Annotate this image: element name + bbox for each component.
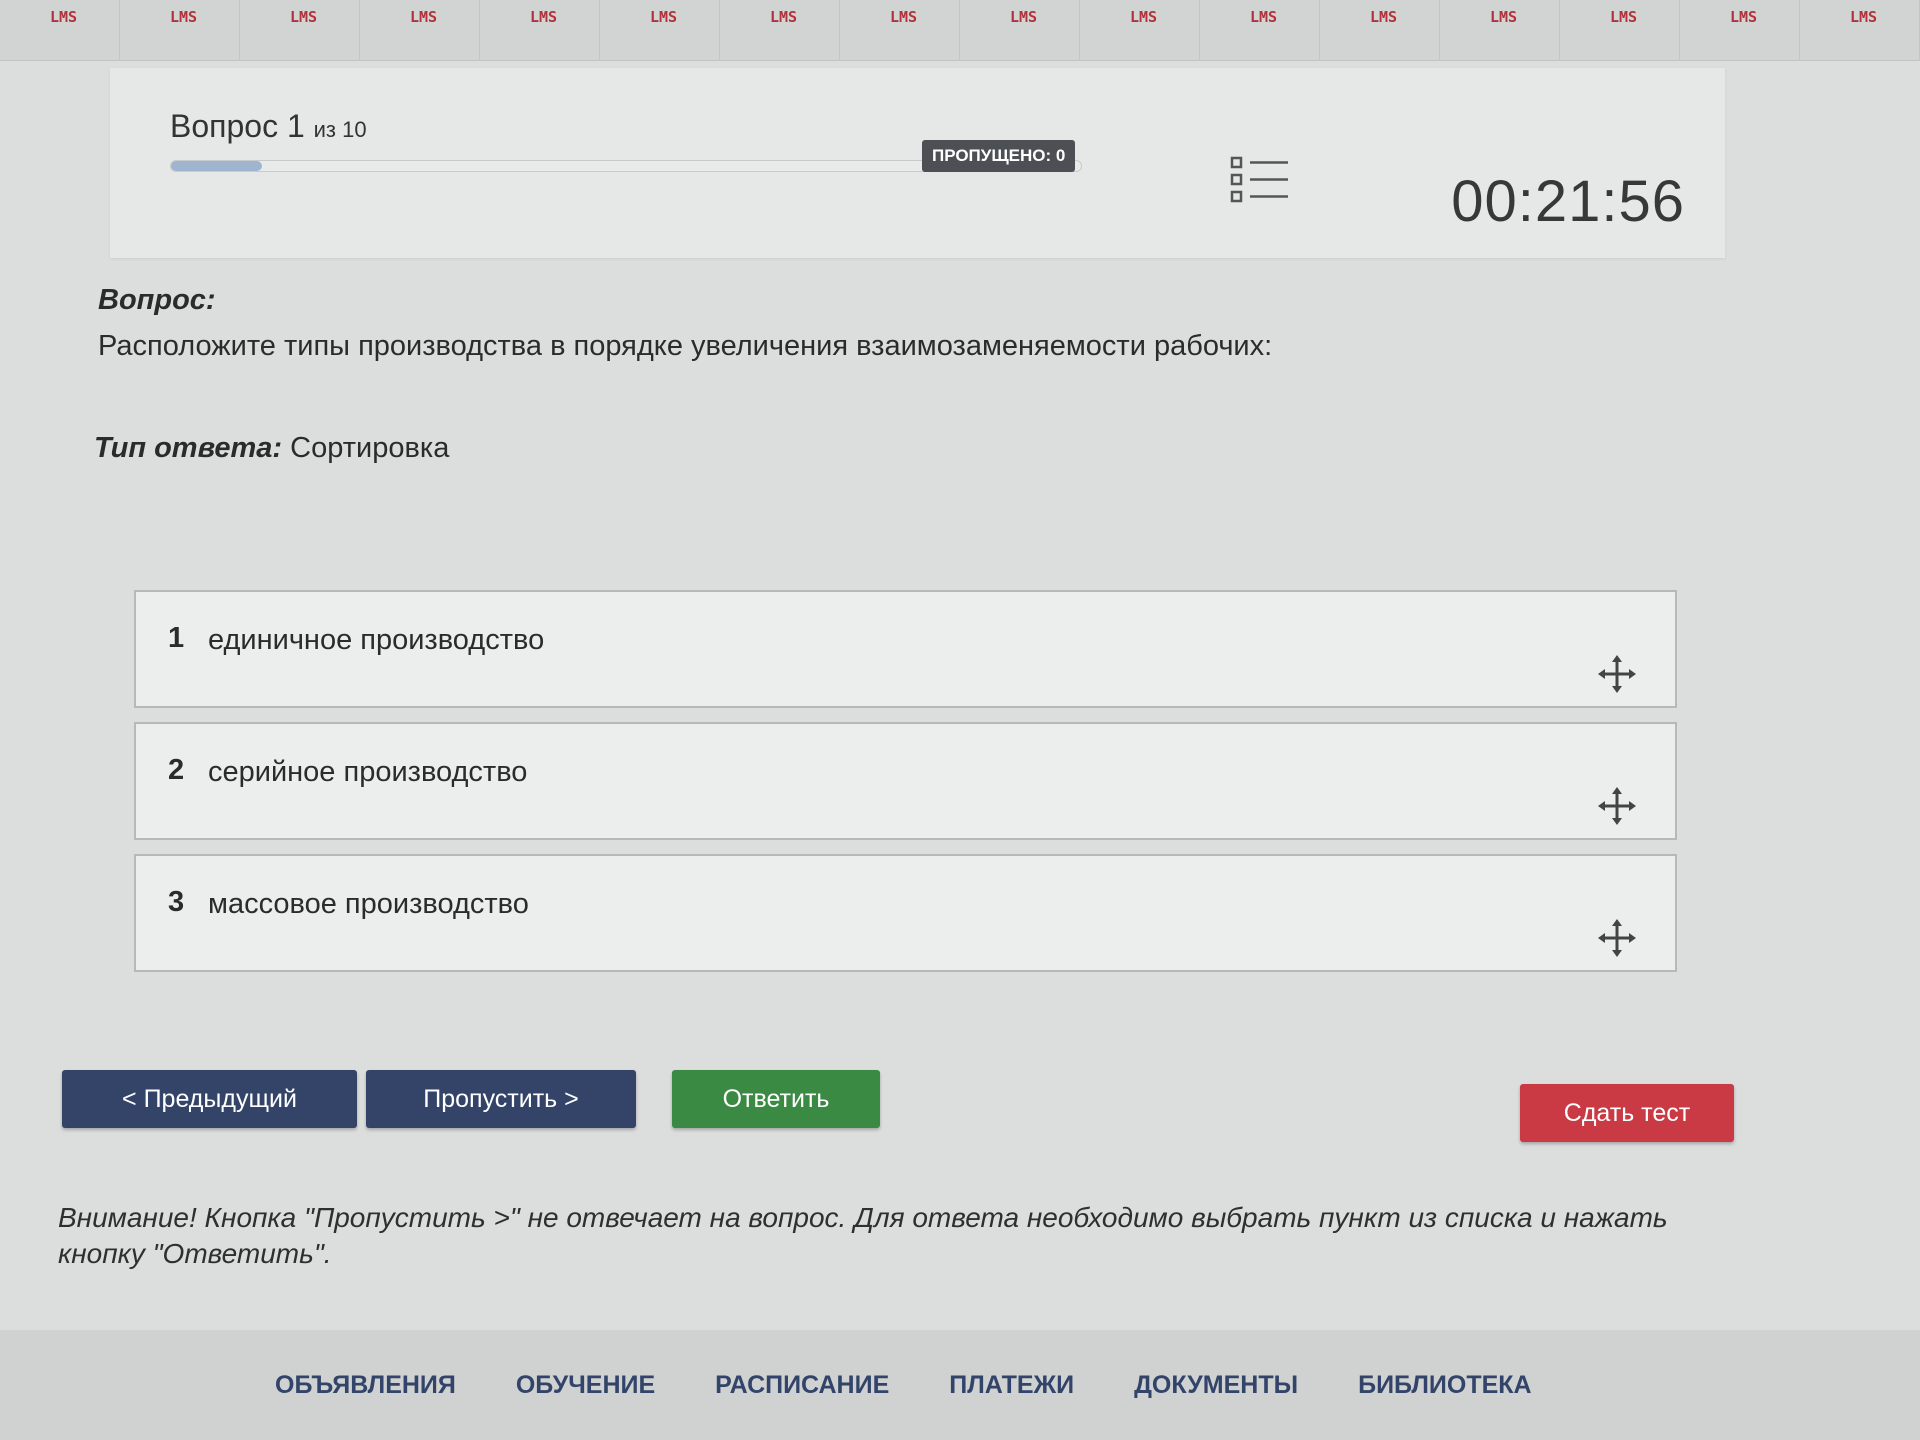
drag-handle-icon[interactable] bbox=[1597, 654, 1637, 694]
browser-tab[interactable]: LMS bbox=[960, 0, 1080, 60]
item-number: 2 bbox=[168, 754, 185, 786]
browser-tab-strip: LMS LMS LMS LMS LMS LMS LMS LMS LMS LMS … bbox=[0, 0, 1920, 61]
browser-tab[interactable]: LMS bbox=[1680, 0, 1800, 60]
nav-documents[interactable]: ДОКУМЕНТЫ bbox=[1134, 1371, 1298, 1400]
answer-type-label: Тип ответа: bbox=[94, 432, 283, 464]
browser-tab[interactable]: LMS bbox=[1440, 0, 1560, 60]
question-counter: Вопрос 1 из 10 bbox=[170, 108, 367, 145]
submit-test-button[interactable]: Сдать тест bbox=[1520, 1084, 1734, 1142]
browser-tab[interactable]: LMS bbox=[1200, 0, 1320, 60]
skip-warning-text: Внимание! Кнопка "Пропустить >" не отвеч… bbox=[58, 1202, 1668, 1269]
answer-type-value: Сортировка bbox=[290, 432, 450, 464]
answer-button[interactable]: Ответить bbox=[672, 1070, 880, 1128]
browser-tab[interactable]: LMS bbox=[1560, 0, 1680, 60]
nav-announcements[interactable]: ОБЪЯВЛЕНИЯ bbox=[275, 1371, 456, 1400]
answer-type: Тип ответа: Сортировка bbox=[94, 432, 449, 465]
item-number: 1 bbox=[168, 622, 185, 654]
browser-tab[interactable]: LMS bbox=[360, 0, 480, 60]
skipped-count-badge: ПРОПУЩЕНО: 0 bbox=[922, 140, 1076, 172]
nav-library[interactable]: БИБЛИОТЕКА bbox=[1358, 1371, 1532, 1400]
question-text: Расположите типы производства в порядке … bbox=[98, 330, 1273, 362]
countdown-timer: 00:21:56 bbox=[1451, 169, 1685, 234]
item-text: серийное производство bbox=[208, 756, 528, 788]
quiz-progress-fill bbox=[171, 161, 262, 171]
question-list-icon[interactable] bbox=[1230, 154, 1290, 206]
browser-tab[interactable]: LMS bbox=[1320, 0, 1440, 60]
browser-tab[interactable]: LMS bbox=[840, 0, 960, 60]
browser-tab[interactable]: LMS bbox=[120, 0, 240, 60]
browser-tab[interactable]: LMS bbox=[480, 0, 600, 60]
sortable-item[interactable]: 3 массовое производство bbox=[134, 854, 1677, 972]
nav-learning[interactable]: ОБУЧЕНИЕ bbox=[516, 1371, 655, 1400]
nav-payments[interactable]: ПЛАТЕЖИ bbox=[949, 1371, 1074, 1400]
question-number: Вопрос 1 bbox=[170, 108, 305, 144]
browser-tab[interactable]: LMS bbox=[600, 0, 720, 60]
browser-tab[interactable]: LMS bbox=[240, 0, 360, 60]
previous-button[interactable]: < Предыдущий bbox=[62, 1070, 357, 1128]
sortable-item[interactable]: 2 серийное производство bbox=[134, 722, 1677, 840]
browser-tab[interactable]: LMS bbox=[1800, 0, 1920, 60]
question-heading: Вопрос: bbox=[98, 284, 216, 316]
browser-tab[interactable]: LMS bbox=[1080, 0, 1200, 60]
drag-handle-icon[interactable] bbox=[1597, 786, 1637, 826]
question-total: из 10 bbox=[313, 117, 367, 142]
item-text: единичное производство bbox=[208, 624, 545, 656]
item-text: массовое производство bbox=[208, 888, 529, 920]
skip-button[interactable]: Пропустить > bbox=[366, 1070, 636, 1128]
sortable-answer-list: 1 единичное производство 2 серийное прои… bbox=[134, 590, 1677, 986]
drag-handle-icon[interactable] bbox=[1597, 918, 1637, 958]
nav-schedule[interactable]: РАСПИСАНИЕ bbox=[715, 1371, 889, 1400]
quiz-header: Вопрос 1 из 10 ПРОПУЩЕНО: 0 00:21:56 bbox=[110, 68, 1725, 258]
browser-tab[interactable]: LMS bbox=[0, 0, 120, 60]
item-number: 3 bbox=[168, 886, 185, 918]
browser-tab[interactable]: LMS bbox=[720, 0, 840, 60]
sortable-item[interactable]: 1 единичное производство bbox=[134, 590, 1677, 708]
footer-navigation: ОБЪЯВЛЕНИЯ ОБУЧЕНИЕ РАСПИСАНИЕ ПЛАТЕЖИ Д… bbox=[0, 1330, 1920, 1440]
